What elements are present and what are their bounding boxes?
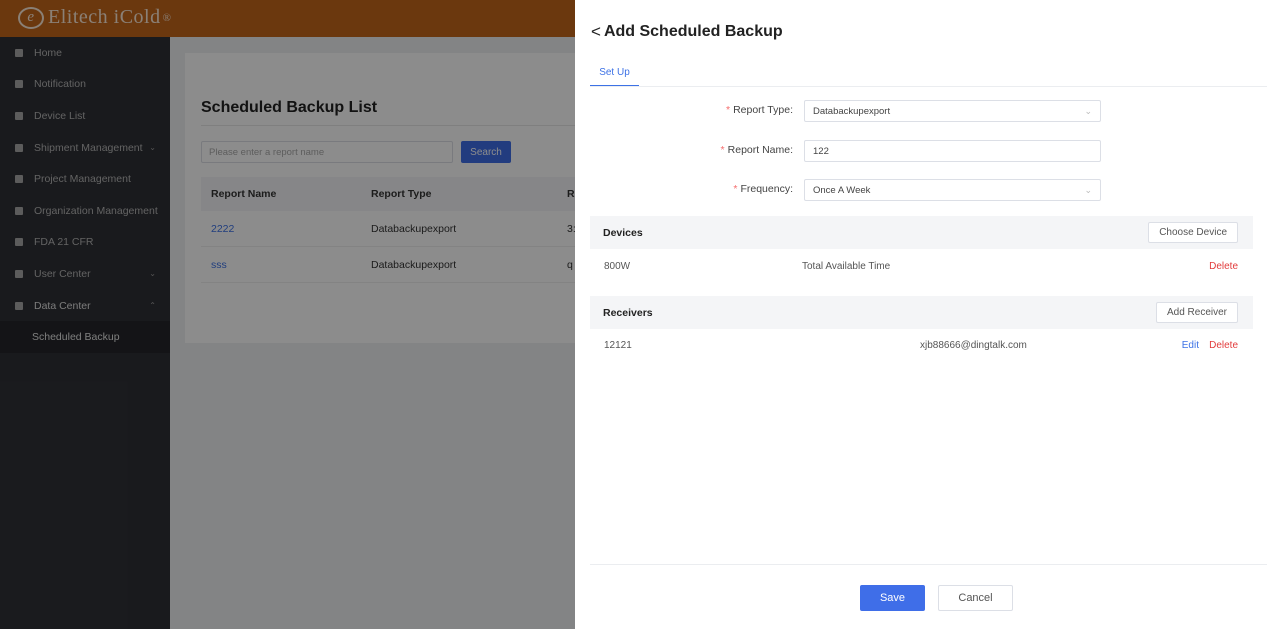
receiver-row: 12121 xjb88666@dingtalk.com Edit Delete (590, 336, 1253, 356)
report-type-select[interactable]: Databackupexport ⌄ (804, 100, 1101, 122)
modal-overlay[interactable] (0, 0, 575, 629)
receiver-delete-link[interactable]: Delete (1209, 340, 1238, 351)
report-type-row: * Report Type: Databackupexport ⌄ (575, 100, 1267, 122)
devices-title: Devices (603, 227, 643, 239)
device-available-time: Total Available Time (802, 261, 891, 272)
report-name-value: 122 (813, 145, 829, 157)
report-name-input[interactable]: 122 (804, 140, 1101, 162)
report-name-label: * Report Name: (720, 144, 793, 156)
receiver-edit-link[interactable]: Edit (1182, 340, 1199, 351)
add-receiver-button[interactable]: Add Receiver (1155, 302, 1238, 323)
report-name-row: * Report Name: 122 (575, 140, 1267, 162)
cancel-button[interactable]: Cancel (938, 585, 1013, 611)
frequency-label: * Frequency: (733, 183, 793, 195)
device-row: 800W Total Available Time Delete (590, 257, 1253, 277)
footer-divider (590, 564, 1267, 565)
required-mark: * (733, 183, 738, 195)
tab-set-up[interactable]: Set Up (590, 62, 639, 87)
receiver-name: 12121 (604, 340, 632, 351)
frequency-select[interactable]: Once A Week ⌄ (804, 179, 1101, 201)
device-name: 800W (604, 261, 631, 272)
add-scheduled-backup-drawer: < Add Scheduled Backup Set Up * Report Ty… (575, 0, 1267, 629)
report-type-value: Databackupexport (813, 105, 891, 117)
device-delete-link[interactable]: Delete (1209, 261, 1238, 272)
devices-section-header: Devices Choose Device (590, 216, 1253, 249)
frequency-value: Once A Week (813, 184, 871, 196)
receivers-section-header: Receivers Add Receiver (590, 296, 1253, 329)
drawer-title: Add Scheduled Backup (603, 23, 783, 40)
required-mark: * (720, 144, 725, 156)
frequency-row: * Frequency: Once A Week ⌄ (575, 179, 1267, 201)
drawer-header: < Add Scheduled Backup (591, 22, 783, 42)
tab-divider (590, 86, 1267, 87)
receiver-email: xjb88666@dingtalk.com (920, 340, 1027, 351)
save-button[interactable]: Save (860, 585, 925, 611)
chevron-down-icon: ⌄ (1084, 185, 1092, 195)
required-mark: * (725, 104, 731, 116)
chevron-down-icon: ⌄ (1084, 106, 1092, 116)
choose-device-button[interactable]: Choose Device (1148, 222, 1238, 243)
report-type-label: * Report Type: (725, 104, 793, 116)
receivers-title: Receivers (603, 307, 653, 319)
back-icon[interactable]: < (591, 22, 601, 42)
